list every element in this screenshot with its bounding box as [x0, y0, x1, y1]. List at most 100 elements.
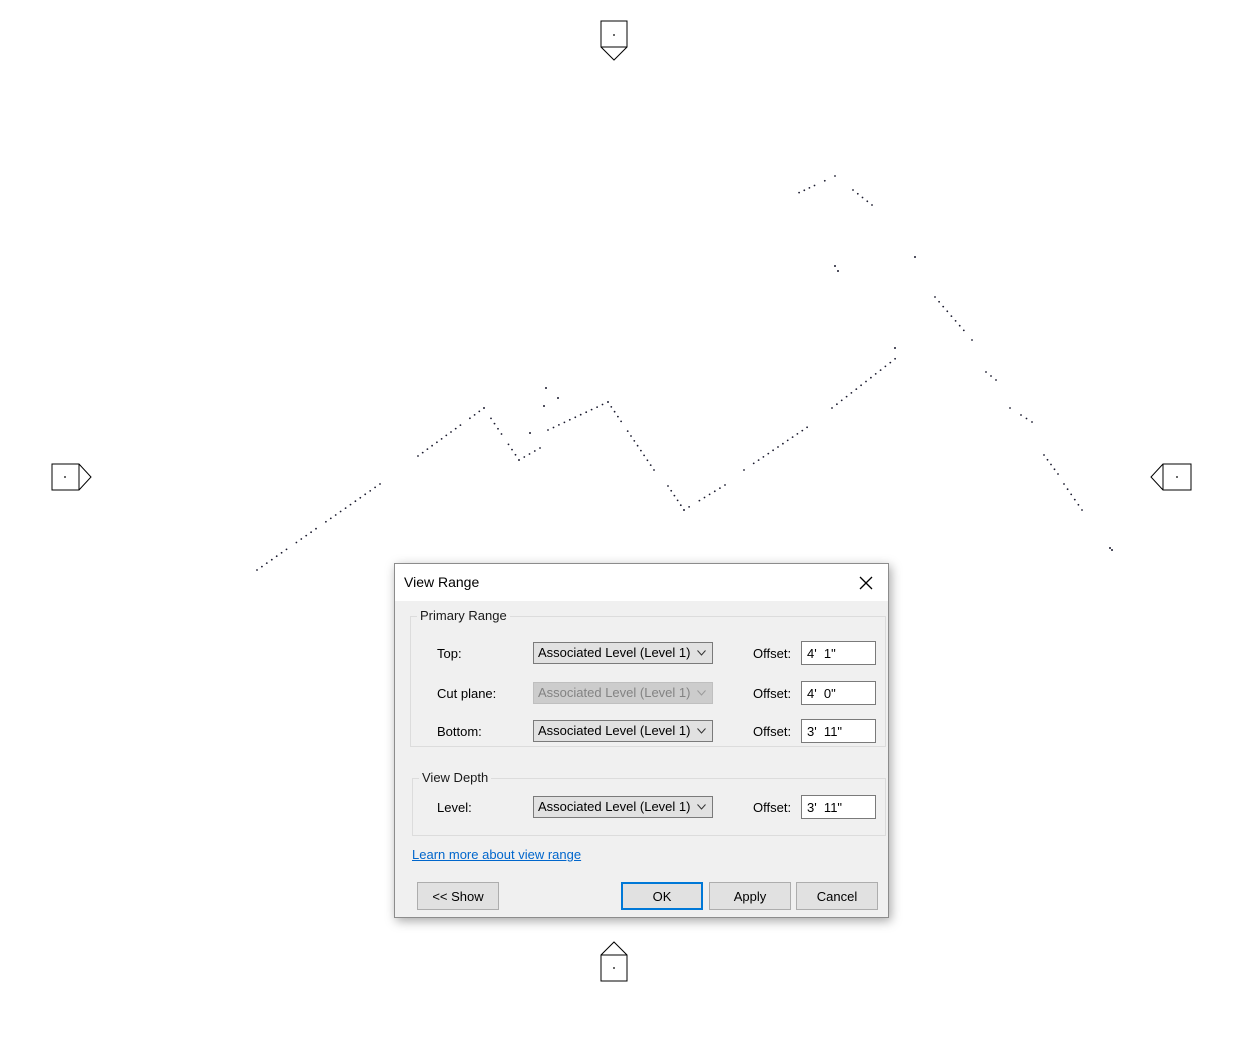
geometry-dot: [836, 403, 838, 405]
geometry-dot: [445, 435, 447, 437]
geometry-dot: [558, 424, 560, 426]
bottom-level-value: Associated Level (Level 1): [538, 723, 690, 738]
elevation-marker-north[interactable]: [601, 21, 627, 60]
close-button[interactable]: [844, 564, 888, 601]
geometry-dot: [758, 459, 760, 461]
geometry-dot: [650, 464, 652, 466]
show-button[interactable]: << Show: [417, 882, 499, 910]
geometry-dot: [256, 569, 258, 571]
geometry-dot: [834, 265, 836, 267]
geometry-dot: [574, 416, 576, 418]
geometry-dot: [1109, 547, 1111, 549]
cancel-button[interactable]: Cancel: [796, 882, 878, 910]
geometry-dot: [310, 531, 312, 533]
geometry-dot: [417, 455, 419, 457]
bottom-level-select[interactable]: Associated Level (Level 1): [533, 720, 713, 742]
geometry-dot: [1054, 468, 1056, 470]
geometry-dot: [1067, 488, 1069, 490]
geometry-dot: [630, 435, 632, 437]
geometry-dot: [851, 392, 853, 394]
geometry-dot: [870, 377, 872, 379]
geometry-dot: [543, 405, 545, 407]
geometry-dot: [529, 453, 531, 455]
geometry-dot: [539, 447, 541, 449]
bottom-label: Bottom:: [437, 724, 482, 739]
chevron-down-icon: [697, 690, 706, 696]
geometry-dot: [1111, 549, 1113, 551]
geometry-dot: [797, 433, 799, 435]
geometry-dot: [511, 449, 513, 451]
geometry-dot: [1074, 499, 1076, 501]
geometry-dot: [271, 559, 273, 561]
geometry-dot: [300, 538, 302, 540]
geometry-dot: [345, 507, 347, 509]
geometry-dot: [315, 528, 317, 530]
geometry-dot: [564, 422, 566, 424]
geometry-dot: [335, 514, 337, 516]
geometry-dot: [985, 371, 987, 373]
geometry-dot: [286, 549, 288, 551]
cut-plane-offset-input[interactable]: [801, 681, 876, 705]
top-offset-input[interactable]: [801, 641, 876, 665]
geometry-dot: [831, 407, 833, 409]
geometry-dot: [585, 411, 587, 413]
geometry-dot: [837, 270, 839, 272]
dialog-titlebar[interactable]: View Range: [395, 564, 888, 601]
geometry-dot: [580, 414, 582, 416]
geometry-dot: [772, 449, 774, 451]
geometry-dot: [474, 414, 476, 416]
geometry-dot: [497, 428, 499, 430]
chevron-down-icon: [697, 804, 706, 810]
geometry-dot: [753, 463, 755, 465]
geometry-dot: [792, 436, 794, 438]
geometry-dot: [809, 187, 811, 189]
bottom-offset-input[interactable]: [801, 719, 876, 743]
geometry-dot: [647, 459, 649, 461]
geometry-dot: [894, 347, 896, 349]
primary-range-label: Primary Range: [417, 608, 510, 623]
geometry-dot: [806, 426, 808, 428]
close-icon: [859, 576, 873, 590]
geometry-dot: [934, 296, 936, 298]
geometry-dot: [885, 366, 887, 368]
chevron-down-icon: [697, 728, 706, 734]
geometry-dot: [340, 511, 342, 513]
geometry-dot: [557, 397, 559, 399]
learn-more-link[interactable]: Learn more about view range: [412, 847, 581, 862]
geometry-dot: [359, 497, 361, 499]
top-level-select[interactable]: Associated Level (Level 1): [533, 642, 713, 664]
geometry-dot: [803, 189, 805, 191]
geometry-dot: [523, 456, 525, 458]
apply-button[interactable]: Apply: [709, 882, 791, 910]
level-label: Level:: [437, 800, 472, 815]
geometry-dot: [763, 456, 765, 458]
model-geometry: [256, 175, 1113, 571]
geometry-dot: [871, 204, 873, 206]
geometry-dot: [1026, 418, 1028, 420]
geometry-dot: [894, 358, 896, 360]
elevation-marker-south[interactable]: [601, 942, 627, 981]
geometry-dot: [860, 384, 862, 386]
geometry-dot: [1020, 414, 1022, 416]
geometry-dot: [460, 424, 462, 426]
ok-button[interactable]: OK: [621, 882, 703, 910]
geometry-dot: [846, 396, 848, 398]
geometry-dot: [670, 490, 672, 492]
view-depth-offset-input[interactable]: [801, 795, 876, 819]
geometry-dot: [942, 306, 944, 308]
cut-plane-level-select: Associated Level (Level 1): [533, 682, 713, 704]
geometry-dot: [281, 552, 283, 554]
geometry-dot: [824, 180, 826, 182]
geometry-dot: [296, 542, 298, 544]
chevron-down-icon: [697, 650, 706, 656]
geometry-dot: [436, 441, 438, 443]
view-depth-level-select[interactable]: Associated Level (Level 1): [533, 796, 713, 818]
cut-plane-offset-label: Offset:: [753, 686, 791, 701]
elevation-marker-east[interactable]: [1151, 464, 1191, 490]
geometry-dot: [743, 469, 745, 471]
geometry-dot: [450, 431, 452, 433]
geometry-dot: [455, 428, 457, 430]
elevation-marker-west[interactable]: [52, 464, 91, 490]
geometry-dot: [959, 325, 961, 327]
cut-plane-label: Cut plane:: [437, 686, 496, 701]
